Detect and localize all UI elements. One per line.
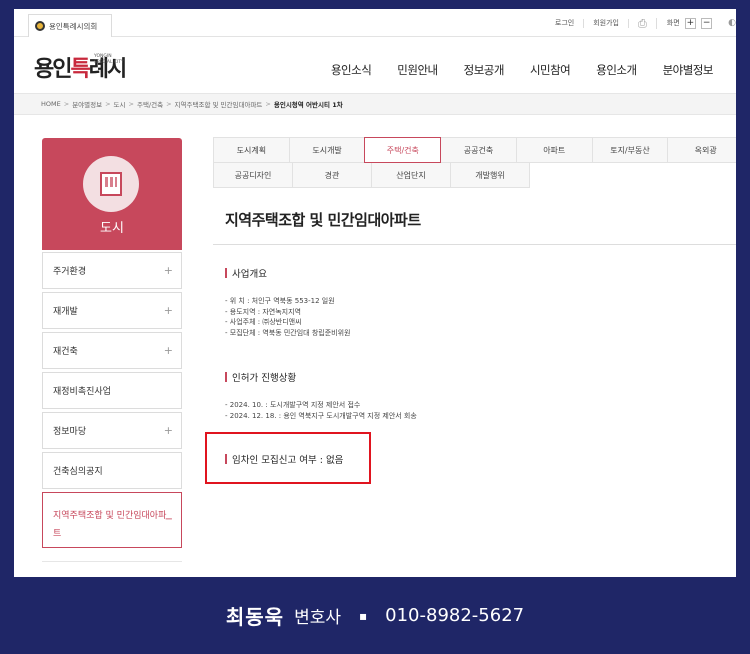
info-line: - 위 치 : 처인구 역북동 553-12 일원 <box>225 297 335 305</box>
lnb-item-label: 재개발 <box>53 307 78 317</box>
lawyer-role: 변호사 <box>294 608 341 628</box>
lnb-item-housing-union[interactable]: 지역주택조합 및 민간임대아파트 − <box>42 492 182 548</box>
lnb-item-review-notice[interactable]: 건축심의공지 <box>42 452 182 489</box>
section-label: 사업개요 <box>232 269 267 280</box>
breadcrumb-current: 용인시청역 어반시티 1차 <box>273 101 343 109</box>
highlight-box <box>205 432 371 484</box>
breadcrumb-item[interactable]: 도시 <box>114 99 126 109</box>
info-line: - 2024. 12. 18. : 용인 역북지구 도시개발구역 지정 제안서 … <box>225 411 417 420</box>
tab-dev-activity[interactable]: 개발행위 <box>450 162 530 188</box>
gnb-item-disclosure[interactable]: 정보공개 <box>451 62 517 78</box>
tab-landscape[interactable]: 경관 <box>292 162 372 188</box>
tab-urban-plan[interactable]: 도시계획 <box>213 137 290 163</box>
printer-icon[interactable]: ⎙ <box>629 17 657 29</box>
overview-info: - 위 치 : 처인구 역북동 553-12 일원 - 용도지역 : 자연녹지지… <box>225 296 351 338</box>
section-marker <box>225 372 227 382</box>
lnb-item-label: 재정비촉진사업 <box>53 387 111 397</box>
zoom-in-button[interactable]: + <box>684 17 696 29</box>
zoom-control: 화면 + − <box>657 17 718 29</box>
plus-icon[interactable]: + <box>164 264 173 277</box>
tab-apartment[interactable]: 아파트 <box>515 137 593 163</box>
info-line: - 용도지역 : 자연녹지지역 <box>225 307 301 316</box>
info-line: - 사업주체 : ㈜상반디앤씨 <box>225 318 302 326</box>
council-emblem-icon <box>35 21 45 31</box>
lnb-item-label-active: 지역주택조합 및 민간임대아파트 <box>53 507 166 543</box>
lnb-item-info[interactable]: 정보마당 + <box>42 412 182 449</box>
lnb-submenu-peek <box>42 561 182 577</box>
sub-tabs: 도시계획 도시개발 주택/건축 공공건축 아파트 토지/부동산 옥외광 공공디자… <box>213 137 736 188</box>
info-line: - 2024. 10. : 도시개발구역 지정 제안서 접수 <box>225 401 361 409</box>
lawyer-caption: 최동욱 변호사 ▪ 010-8982-5627 <box>0 577 750 654</box>
lnb-active-line2: 트 <box>53 529 62 539</box>
global-nav: 용인소식 민원안내 정보공개 시민참여 용인소개 분야별정보 <box>318 62 726 78</box>
tab-industrial[interactable]: 산업단지 <box>371 162 451 188</box>
section-heading-overview: 사업개요 <box>225 266 267 280</box>
breadcrumb-home[interactable]: HOME <box>41 100 61 108</box>
tab-housing[interactable]: 주택/건축 <box>364 137 442 163</box>
lnb-item-label: 정보마당 <box>53 427 87 437</box>
plus-icon[interactable]: + <box>164 344 173 357</box>
bullet-separator: ▪ <box>359 608 368 623</box>
logo-text-accent: 특 <box>70 57 90 82</box>
lnb-item-label: 재건축 <box>53 347 78 357</box>
site-logo[interactable]: 용인특례시 YONGIN SPECIAL CITY <box>34 51 127 83</box>
breadcrumb-item[interactable]: 분야별정보 <box>72 99 102 109</box>
tab-land[interactable]: 토지/부동산 <box>591 137 669 163</box>
plus-icon[interactable]: + <box>164 304 173 317</box>
tab-outdoor-ad[interactable]: 옥외광 <box>667 137 736 163</box>
lnb-item-redevelopment[interactable]: 재개발 + <box>42 292 182 329</box>
tab-public-design[interactable]: 공공디자인 <box>213 162 293 188</box>
council-site-link[interactable]: 용인특례시의회 <box>28 14 112 37</box>
breadcrumb: HOME > 분야별정보 > 도시 > 주택/건축 > 지역주택조합 및 민간임대아파트… <box>14 93 736 115</box>
lnb-title: 도시 <box>100 221 124 236</box>
page-title: 지역주택조합 및 민간임대아파트 <box>225 211 421 229</box>
utility-links: 로그인 회원가입 ⎙ 화면 + − ◐ <box>546 9 736 37</box>
plus-icon[interactable]: + <box>164 424 173 437</box>
lnb-item-label: 주거환경 <box>53 267 87 277</box>
breadcrumb-item[interactable]: 주택/건축 <box>137 99 163 109</box>
lnb-menu: 주거환경 + 재개발 + 재건축 + 재정비촉진사업 정보마당 + 건축심의공지 지역주… <box>42 252 182 551</box>
info-line: - 모집단체 : 역북동 민간임대 창립준비위원 <box>225 328 351 337</box>
gnb-item-about[interactable]: 용인소개 <box>583 62 649 78</box>
permit-info: - 2024. 10. : 도시개발구역 지정 제안서 접수 - 2024. 1… <box>225 400 417 421</box>
section-marker <box>225 268 227 278</box>
join-link[interactable]: 회원가입 <box>584 18 629 28</box>
zoom-out-button[interactable]: − <box>701 17 713 29</box>
lnb-active-line1: 지역주택조합 및 민간임대아파 <box>53 511 167 521</box>
browser-screenshot: 용인특례시의회 로그인 회원가입 ⎙ 화면 + − ◐ 용인특례시 YONGIN… <box>14 9 736 577</box>
gnb-item-news[interactable]: 용인소식 <box>318 62 384 78</box>
building-icon <box>83 156 139 212</box>
logo-text-part: 용인 <box>34 57 73 82</box>
section-heading-permit: 인허가 진행상황 <box>225 370 296 384</box>
phone-number: 010-8982-5627 <box>385 605 525 626</box>
tab-public-building[interactable]: 공공건축 <box>440 137 517 163</box>
login-link[interactable]: 로그인 <box>546 18 585 28</box>
utility-bar: 용인특례시의회 로그인 회원가입 ⎙ 화면 + − ◐ <box>14 9 736 37</box>
gnb-item-civil[interactable]: 민원안내 <box>384 62 450 78</box>
collapse-icon[interactable]: − <box>165 511 173 529</box>
lnb-item-reconstruction[interactable]: 재건축 + <box>42 332 182 369</box>
tab-urban-dev[interactable]: 도시개발 <box>288 137 366 163</box>
section-label: 인허가 진행상황 <box>232 373 297 384</box>
lawyer-name: 최동욱 <box>225 605 285 629</box>
globe-icon[interactable]: ◐ <box>718 18 736 28</box>
lnb-item-housing-env[interactable]: 주거환경 + <box>42 252 182 289</box>
lnb-item-label: 건축심의공지 <box>53 467 103 477</box>
lnb-item-renewal[interactable]: 재정비촉진사업 <box>42 372 182 409</box>
gnb-item-fields[interactable]: 분야별정보 <box>650 62 726 78</box>
council-site-label: 용인특례시의회 <box>49 21 98 31</box>
lnb-header: 도시 <box>42 138 182 250</box>
breadcrumb-item[interactable]: 지역주택조합 및 민간임대아파트 <box>175 99 263 109</box>
title-divider <box>213 244 736 245</box>
gnb-item-participation[interactable]: 시민참여 <box>517 62 583 78</box>
zoom-label: 화면 <box>666 18 680 27</box>
logo-subtitle: YONGIN SPECIAL CITY <box>94 54 124 65</box>
